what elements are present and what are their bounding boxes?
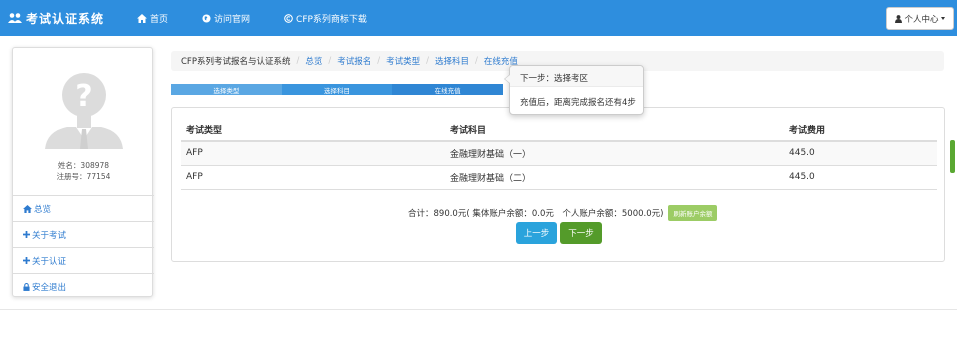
- sidebar-item-label: 关于认证: [32, 256, 67, 267]
- column-header-exam-fee: 考试费用: [784, 118, 937, 142]
- top-navbar: 考试认证系统 首页 访问官网 CFP系列商标下载 个人中心: [0, 0, 957, 36]
- plus-icon: [23, 231, 30, 238]
- cell-exam-subject: 金融理财基础（二）: [445, 165, 784, 190]
- nav-official-site[interactable]: 访问官网: [202, 12, 250, 25]
- plus-icon: [23, 257, 30, 264]
- profile-name: 姓名：308978: [57, 161, 110, 170]
- scrollbar-thumb[interactable]: [950, 140, 955, 173]
- brand[interactable]: 考试认证系统: [8, 10, 104, 27]
- popover-body: 充值后，距离完成报名还有4步: [520, 98, 636, 108]
- nav-home[interactable]: 首页: [137, 12, 168, 25]
- cell-exam-subject: 金融理财基础（一）: [445, 141, 784, 166]
- breadcrumb-overview[interactable]: 总览: [305, 55, 322, 67]
- user-center-label: 个人中心: [904, 14, 939, 25]
- lock-icon: [23, 282, 30, 291]
- brand-title: 考试认证系统: [26, 11, 105, 26]
- progress-steps: 选择类型 选择科目 在线充值: [171, 84, 504, 95]
- home-icon: [23, 204, 32, 213]
- column-header-exam-subject: 考试科目: [445, 118, 784, 142]
- home-icon: [137, 13, 148, 23]
- payment-summary: 合计：890.0元( 集体账户余额：0.0元 个人账户余额：5000.0元) 刷…: [408, 205, 718, 221]
- avatar: ?: [45, 73, 123, 149]
- users-icon: [8, 13, 22, 23]
- step-select-type: 选择类型: [171, 84, 282, 95]
- profile-reg-number: 注册号：77154: [56, 172, 111, 181]
- nav-official-site-label: 访问官网: [214, 14, 251, 25]
- popover-title: 下一步：选择考区: [510, 66, 643, 87]
- sidebar-item-overview[interactable]: 总览: [13, 195, 154, 221]
- sidebar-item-label: 关于考试: [32, 230, 67, 241]
- column-header-exam-type: 考试类型: [181, 118, 445, 142]
- chevron-down-icon: [940, 17, 945, 20]
- breadcrumb-separator: /: [328, 56, 332, 66]
- previous-step-button[interactable]: 上一步: [516, 222, 557, 244]
- table-row: AFP 金融理财基础（一） 445.0: [181, 141, 937, 166]
- fee-panel: 考试类型 考试科目 考试费用 AFP 金融理财基础（一） 445.0 AFP 金…: [171, 107, 945, 262]
- sidebar-item-logout[interactable]: 安全退出: [13, 273, 154, 299]
- nav-links: 首页 访问官网 CFP系列商标下载: [137, 12, 367, 25]
- sidebar-menu: 总览 关于考试 关于认证 安全退出: [13, 195, 154, 299]
- breadcrumb-separator: /: [475, 56, 478, 66]
- copyright-icon: [284, 13, 293, 23]
- next-step-button[interactable]: 下一步: [560, 222, 602, 244]
- breadcrumb-separator: /: [377, 56, 381, 66]
- breadcrumb-exam-type[interactable]: 考试类型: [386, 55, 420, 67]
- cell-exam-type: AFP: [181, 141, 445, 166]
- nav-trademark-download[interactable]: CFP系列商标下载: [284, 12, 367, 25]
- globe-icon: [202, 13, 211, 23]
- next-step-popover: 下一步：选择考区 充值后，距离完成报名还有4步: [504, 65, 644, 115]
- footer-divider: [0, 309, 957, 310]
- nav-home-label: 首页: [150, 14, 169, 25]
- cell-exam-fee: 445.0: [784, 141, 937, 166]
- profile-info: 姓名：308978 注册号：77154: [13, 160, 154, 182]
- sidebar-item-about-exam[interactable]: 关于考试: [13, 221, 154, 247]
- user-icon: [895, 14, 903, 23]
- breadcrumb-separator: /: [426, 56, 429, 66]
- step-online-recharge: 在线充值: [392, 84, 504, 95]
- sidebar-item-label: 总览: [34, 204, 52, 215]
- breadcrumb-system[interactable]: CFP系列考试报名与认证系统: [181, 55, 290, 67]
- fee-table: 考试类型 考试科目 考试费用 AFP 金融理财基础（一） 445.0 AFP 金…: [181, 118, 937, 190]
- table-row: AFP 金融理财基础（二） 445.0: [181, 165, 937, 190]
- refresh-balance-button[interactable]: 刷新账户余额: [668, 205, 718, 221]
- breadcrumb-separator: /: [296, 56, 300, 66]
- cell-exam-type: AFP: [181, 165, 445, 190]
- sidebar: ? 姓名：308978 注册号：77154 总览 关于考试 关于认证 安全退出: [12, 47, 154, 299]
- svg-text:?: ?: [75, 79, 92, 114]
- breadcrumb-select-subject[interactable]: 选择科目: [435, 55, 469, 67]
- sidebar-item-label: 安全退出: [32, 282, 67, 293]
- sidebar-item-about-certification[interactable]: 关于认证: [13, 247, 154, 273]
- user-center-dropdown[interactable]: 个人中心: [886, 7, 954, 30]
- breadcrumb-exam-registration[interactable]: 考试报名: [337, 55, 371, 67]
- nav-trademark-download-label: CFP系列商标下载: [296, 14, 367, 25]
- summary-text: 合计：890.0元( 集体账户余额：0.0元 个人账户余额：5000.0元): [408, 209, 664, 219]
- popover-arrow: [504, 74, 510, 84]
- step-select-subject: 选择科目: [281, 84, 393, 95]
- table-header-row: 考试类型 考试科目 考试费用: [181, 118, 937, 142]
- cell-exam-fee: 445.0: [784, 165, 937, 190]
